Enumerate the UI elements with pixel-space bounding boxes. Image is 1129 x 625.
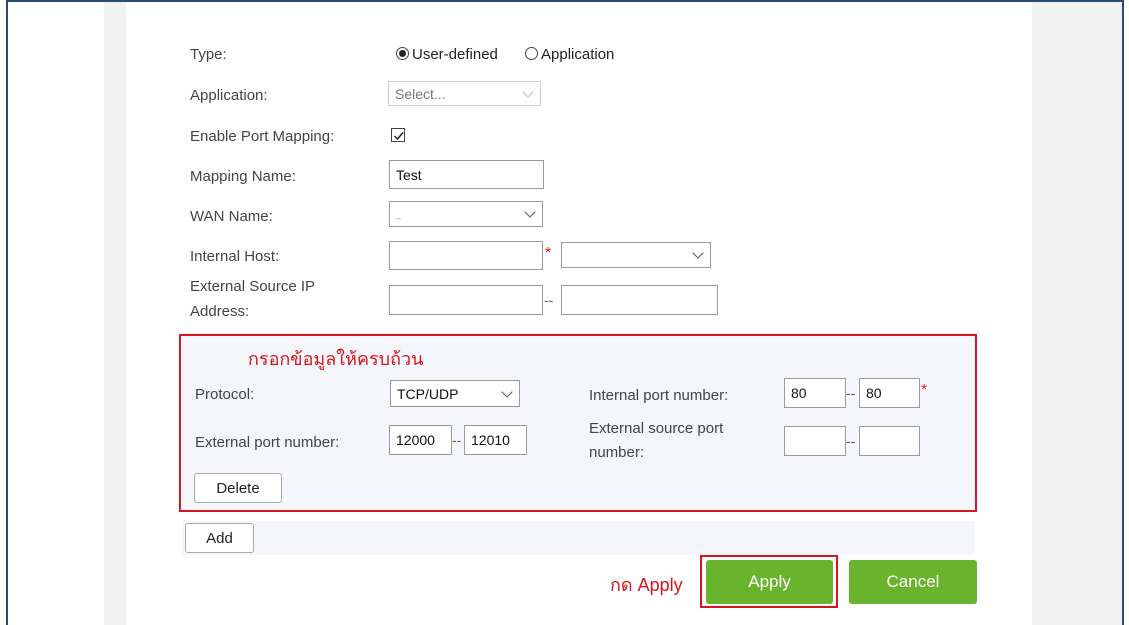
left-gutter [104,2,126,625]
enable-port-mapping-checkbox[interactable] [391,128,405,142]
chevron-down-icon [692,247,704,259]
press-apply-annotation: กด Apply [610,575,683,595]
application-select[interactable]: Select... [388,81,541,106]
add-rule-bar [182,521,975,555]
external-source-ip-end-input[interactable] [561,285,718,315]
window-frame-right [1122,0,1124,625]
type-option-application-label: Application [541,46,615,63]
wan-name-select[interactable]: _ [389,201,543,227]
external-source-ip-start-input[interactable] [389,285,543,315]
mapping-name-input[interactable]: Test [389,160,544,189]
apply-highlight-box [700,555,838,608]
checkmark-icon [393,132,404,141]
cancel-button[interactable]: Cancel [849,560,977,604]
internal-host-select[interactable] [561,242,711,268]
internal-host-input[interactable] [389,241,543,270]
chevron-down-icon [522,85,534,98]
wan-name-select-value: _ [396,209,402,219]
window-frame-top [6,0,1124,2]
required-mark: * [545,245,552,262]
chevron-down-icon [524,206,536,218]
enable-port-mapping-label: Enable Port Mapping: [190,128,335,145]
external-source-ip-label-line1: External Source IP [190,278,316,295]
external-source-ip-label-line2: Address: [190,303,250,320]
type-radio-application[interactable] [525,47,538,60]
right-gutter [1032,2,1122,625]
ip-range-separator: -- [544,292,554,308]
application-select-value: Select... [395,85,446,102]
window-frame-left [6,0,8,625]
type-radio-user-defined[interactable] [396,47,409,60]
type-option-user-defined-label: User-defined [412,46,498,63]
type-label: Type: [190,46,227,63]
wan-name-label: WAN Name: [190,208,273,225]
mapping-name-label: Mapping Name: [190,168,296,185]
internal-host-label: Internal Host: [190,248,280,265]
application-label: Application: [190,87,268,104]
fill-all-highlight-box [179,334,977,512]
add-button[interactable]: Add [185,523,254,553]
